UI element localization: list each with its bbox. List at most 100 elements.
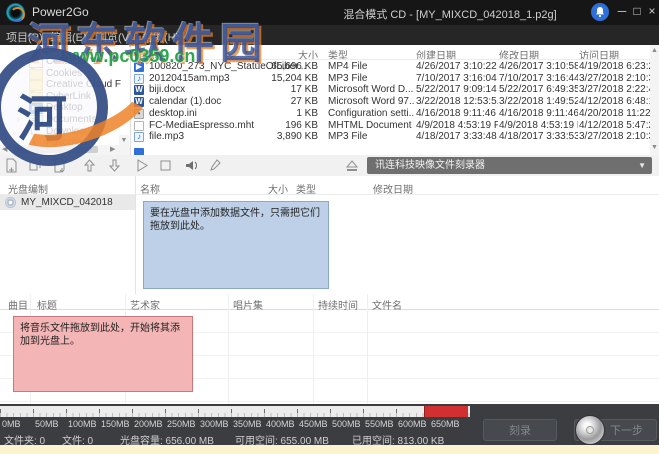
ruler-label: 350MB [233, 419, 262, 429]
tree-item[interactable]: › ↓ Downloads [0, 124, 118, 138]
stop-button[interactable] [158, 158, 174, 173]
disc-compilation-item[interactable]: MY_MIXCD_042018 [0, 195, 135, 210]
audio-drop-zone[interactable]: 将音乐文件拖放到此处，开始将其添加到光盘上。 [13, 316, 193, 392]
mht-file-icon [134, 120, 144, 131]
tree-item[interactable]: › Creative Cloud F [0, 79, 121, 92]
file-row[interactable]: ♪ 20120415am.mp3 15,204 KB MP3 File 7/10… [131, 73, 650, 85]
audio-column-header[interactable]: 艺术家 [130, 297, 160, 312]
audio-column-header[interactable]: 文件名 [372, 297, 402, 312]
contacts-icon [29, 57, 43, 68]
disc-compilation-label: MY_MIXCD_042018 [21, 197, 113, 208]
ruler-label: 0MB [2, 419, 21, 429]
close-button[interactable]: × [645, 4, 659, 18]
minimize-button[interactable]: ─ [615, 4, 629, 18]
audio-column-header[interactable]: 唱片集 [233, 297, 263, 312]
ruler-label: 200MB [134, 419, 163, 429]
file-row[interactable]: • desktop.ini 1 KB Configuration setti..… [131, 108, 650, 120]
word-file-icon: W [134, 85, 144, 96]
file-row[interactable]: W calendar (1).doc 27 KB Microsoft Word … [131, 96, 650, 108]
scroll-down-icon[interactable]: ▼ [650, 144, 659, 151]
power2go-logo-icon [6, 3, 25, 22]
file-row[interactable]: FC-MediaEspresso.mht 196 KB MHTML Docume… [131, 120, 650, 132]
expander-chevron-icon[interactable]: › [17, 102, 20, 112]
expander-chevron-icon[interactable]: › [17, 137, 20, 147]
grid-line [228, 294, 229, 404]
expander-chevron-icon[interactable]: › [17, 114, 20, 124]
audio-column-header[interactable]: 持续时间 [318, 297, 358, 312]
maximize-button[interactable]: □ [630, 4, 644, 18]
grid-line [0, 401, 659, 402]
status-bar: 0MB 50MB 100MB 150MB 200MB 250MB 300MB 350MB 400… [0, 404, 659, 447]
data-drop-zone[interactable]: 要在光盘中添加数据文件，只需把它们拖放到此处。 [143, 201, 329, 289]
chevron-down-icon: ▼ [638, 161, 646, 170]
ruler-label: 150MB [101, 419, 130, 429]
window-title: 混合模式 CD - [MY_MIXCD_042018_1.p2g] [343, 9, 557, 21]
capacity-ruler [0, 406, 470, 417]
file-list-vertical-scrollbar[interactable]: ▲ ▼ [650, 45, 659, 155]
screenshot-bottom-strip [0, 445, 659, 454]
file-row[interactable]: ▶ 100820_273_NYC_StatueOfLiber... 65,696… [131, 61, 650, 73]
ruler-label: 500MB [332, 419, 361, 429]
ini-file-icon: • [134, 108, 144, 119]
tree-item[interactable]: › Cookies [0, 67, 118, 80]
recorder-dropdown[interactable]: 讯连科技映像文件刻录器 ▼ [367, 157, 652, 174]
ruler-label: 100MB [68, 419, 97, 429]
audio-track-section: 将音乐文件拖放到此处，开始将其添加到光盘上。 曲目 标题 艺术家 唱片集 持续时间 文件名 [0, 294, 659, 404]
file-icon [134, 148, 144, 155]
expander-chevron-icon[interactable]: › [17, 91, 20, 101]
play-button[interactable] [134, 158, 150, 173]
file-row[interactable]: W biji.docx 17 KB Microsoft Word D... 5/… [131, 84, 650, 96]
tree-item[interactable]: › Desktop [0, 102, 118, 115]
ruler-label: 250MB [167, 419, 196, 429]
header-divider [131, 59, 650, 60]
word-file-icon: W [134, 97, 144, 108]
burn-button[interactable]: 刻录 [483, 419, 557, 441]
panel-splitter[interactable] [135, 176, 136, 294]
audio-column-header[interactable]: 曲目 [8, 297, 28, 312]
recorder-dropdown-value: 讯连科技映像文件刻录器 [375, 160, 485, 171]
tree-item[interactable]: › CyberLink [0, 90, 118, 103]
disc-icon[interactable] [575, 415, 605, 445]
menu-item[interactable]: 编辑(E) [50, 29, 87, 45]
folder-icon [29, 90, 43, 103]
power2go-window: Power2Go 混合模式 CD - [MY_MIXCD_042018_1.p2… [0, 0, 659, 454]
file-row-partial[interactable] [131, 147, 650, 155]
scroll-up-icon[interactable]: ▲ [650, 47, 659, 54]
audio-column-header[interactable]: 标题 [37, 297, 57, 312]
mp3-file-icon: ♪ [134, 132, 144, 143]
edit-button[interactable] [208, 158, 224, 173]
expander-chevron-icon[interactable]: › [17, 68, 20, 78]
menu-item[interactable]: 浏览(V) [96, 29, 133, 45]
eject-icon[interactable] [344, 158, 360, 173]
mp3-file-icon: ♪ [134, 73, 144, 84]
add-files-button[interactable] [28, 158, 44, 173]
download-arrow-icon: ↓ [29, 124, 35, 137]
grid-line [313, 294, 314, 404]
volume-button[interactable] [184, 158, 200, 173]
disc-icon [5, 197, 16, 208]
ruler-label: 300MB [200, 419, 229, 429]
folder-icon [29, 79, 43, 92]
move-up-button[interactable] [82, 158, 98, 173]
add-folder-button[interactable] [52, 158, 68, 173]
menu-item[interactable]: 项目(P) [6, 29, 43, 45]
file-browser-pane: ▼ ◀ ▶ › Contacts › Cookies › Creative Cl… [0, 45, 659, 155]
ruler-label: 450MB [299, 419, 328, 429]
add-file-button[interactable] [4, 158, 20, 173]
favorites-star-icon: ★ [29, 137, 39, 150]
tree-item[interactable]: › Contacts [0, 56, 118, 68]
ruler-label: 650MB [431, 419, 460, 429]
file-list: 名称 大小 类型 创建日期 修改日期 访问日期 ▶ 100820_273_NYC… [131, 45, 650, 155]
ruler-label: 400MB [266, 419, 295, 429]
tree-item[interactable]: › ★ Favorites [0, 137, 118, 149]
ruler-label: 550MB [365, 419, 394, 429]
menu-item[interactable]: 帮助(H) [142, 29, 179, 45]
grid-line [367, 294, 368, 404]
move-down-button[interactable] [107, 158, 123, 173]
data-disc-section: 光盘编制 名称 大小 类型 修改日期 MY_MIXCD_042018 要在光盘中… [0, 176, 659, 295]
capacity-over-limit-marker [424, 406, 468, 417]
tree-item[interactable]: › Documents [0, 114, 118, 126]
notification-bell-button[interactable] [591, 3, 609, 21]
mp4-file-icon: ▶ [134, 62, 144, 72]
file-row[interactable]: ♪ file.mp3 3,890 KB MP3 File 4/18/2017 3… [131, 131, 650, 143]
